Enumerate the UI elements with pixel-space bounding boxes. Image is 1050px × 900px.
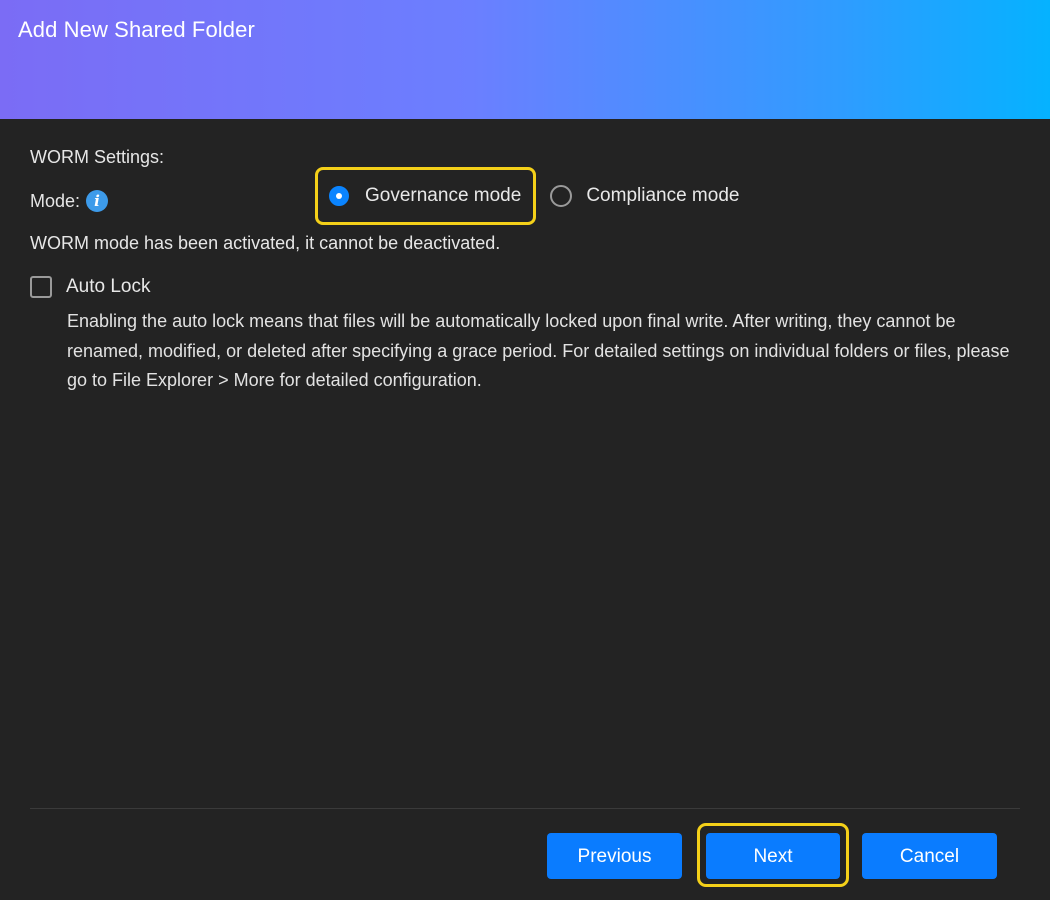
compliance-mode-radio[interactable] — [550, 185, 573, 207]
next-button[interactable]: Next — [706, 833, 840, 879]
auto-lock-label: Auto Lock — [66, 276, 151, 297]
compliance-mode-option[interactable]: Compliance mode — [536, 167, 739, 225]
dialog-title: Add New Shared Folder — [18, 17, 255, 42]
worm-activated-notice: WORM mode has been activated, it cannot … — [30, 233, 501, 253]
governance-mode-label: Governance mode — [365, 185, 522, 206]
mode-label: Mode: — [30, 190, 81, 211]
footer-divider — [30, 808, 1020, 809]
mode-row: Mode: i — [30, 190, 109, 212]
governance-mode-option[interactable]: Governance mode — [315, 167, 537, 225]
worm-mode-radio-group: Governance mode Compliance mode — [315, 167, 739, 225]
dialog-header: Add New Shared Folder — [0, 0, 1050, 119]
auto-lock-checkbox[interactable] — [30, 276, 52, 298]
governance-mode-radio[interactable] — [329, 186, 349, 206]
previous-button[interactable]: Previous — [547, 833, 682, 879]
add-shared-folder-dialog: Add New Shared Folder WORM Settings: Mod… — [0, 0, 1050, 900]
auto-lock-option[interactable]: Auto Lock — [30, 276, 151, 298]
auto-lock-description: Enabling the auto lock means that files … — [67, 311, 1010, 390]
worm-settings-label: WORM Settings: — [30, 147, 165, 167]
compliance-mode-label: Compliance mode — [586, 185, 740, 206]
info-icon[interactable]: i — [86, 190, 109, 212]
cancel-button[interactable]: Cancel — [862, 833, 997, 879]
